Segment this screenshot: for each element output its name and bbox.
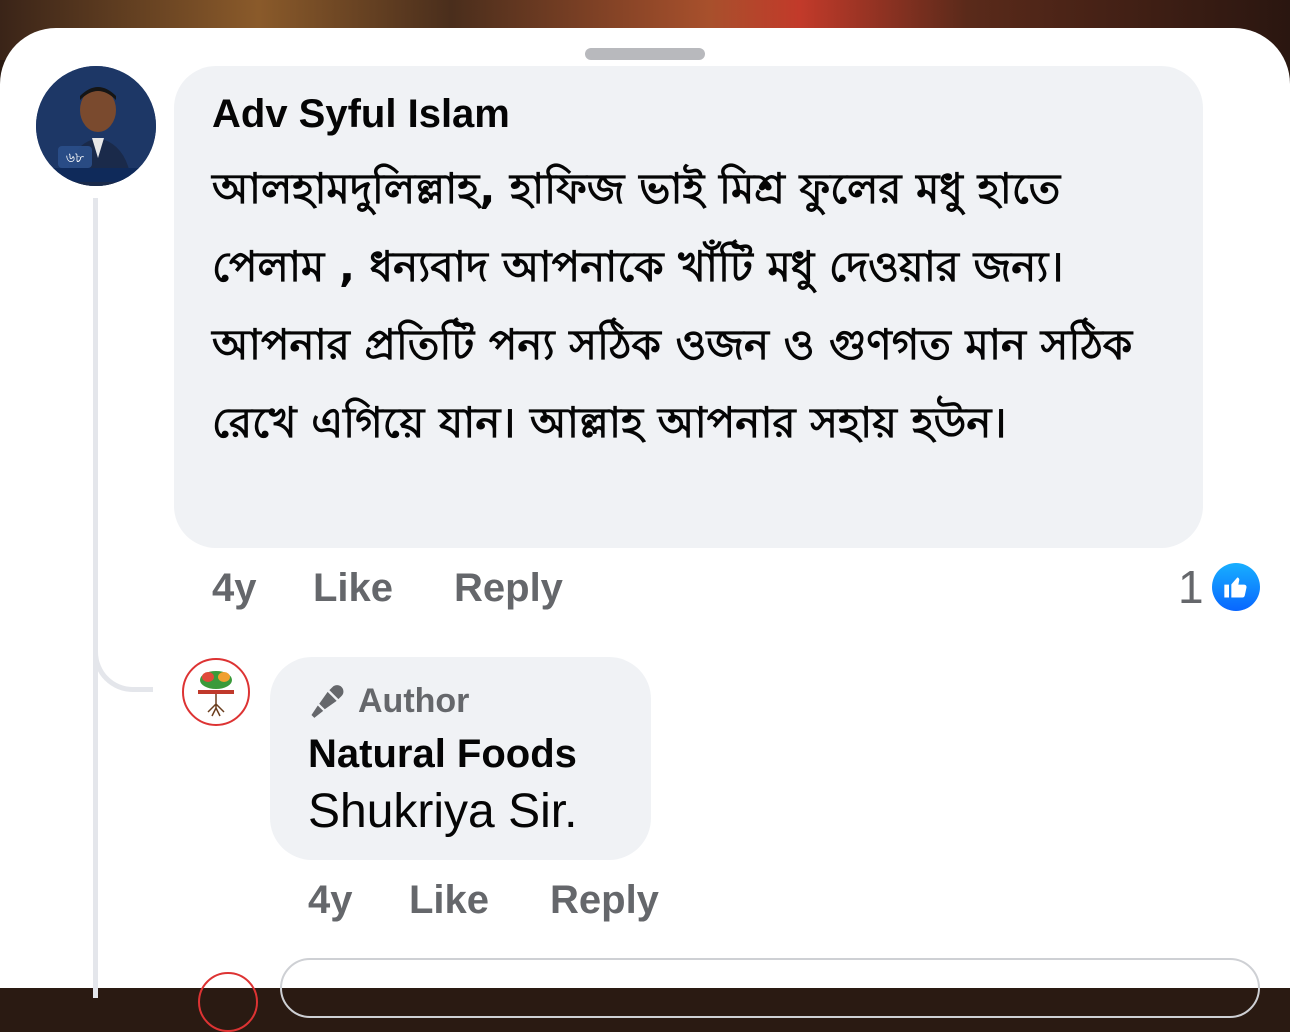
svg-text:৬৮: ৬৮ xyxy=(66,150,84,166)
comment-author-name[interactable]: Adv Syful Islam xyxy=(212,92,510,137)
reply-timestamp[interactable]: 4y xyxy=(308,878,353,923)
comment-reactions[interactable]: 1 xyxy=(1178,560,1260,614)
person-photo-icon: ৬৮ xyxy=(36,66,156,186)
sheet-drag-handle[interactable] xyxy=(585,48,705,60)
microphone-icon xyxy=(311,684,344,718)
next-avatar[interactable] xyxy=(198,972,258,1032)
comment-timestamp[interactable]: 4y xyxy=(212,566,257,611)
thread-line xyxy=(93,198,98,998)
reply-like-button[interactable]: Like xyxy=(409,878,489,923)
reply-reply-button[interactable]: Reply xyxy=(550,878,659,923)
author-badge: Author xyxy=(308,682,469,721)
reaction-count: 1 xyxy=(1178,561,1204,613)
reply-input-box[interactable] xyxy=(280,958,1260,1018)
like-thumb-icon xyxy=(1211,563,1260,611)
tree-logo-icon xyxy=(186,662,246,722)
commenter-avatar[interactable]: ৬৮ xyxy=(36,66,156,186)
page-logo-avatar[interactable] xyxy=(182,658,250,726)
comment-like-button[interactable]: Like xyxy=(313,566,393,611)
comment-text: আলহামদুলিল্লাহ, হাফিজ ভাই মিশ্র ফুলের মধ… xyxy=(212,164,1133,447)
author-badge-label: Author xyxy=(358,682,470,720)
reply-text: Shukriya Sir. xyxy=(308,785,578,838)
comment-reply-button[interactable]: Reply xyxy=(454,566,563,611)
reply-author-name[interactable]: Natural Foods xyxy=(308,732,577,777)
